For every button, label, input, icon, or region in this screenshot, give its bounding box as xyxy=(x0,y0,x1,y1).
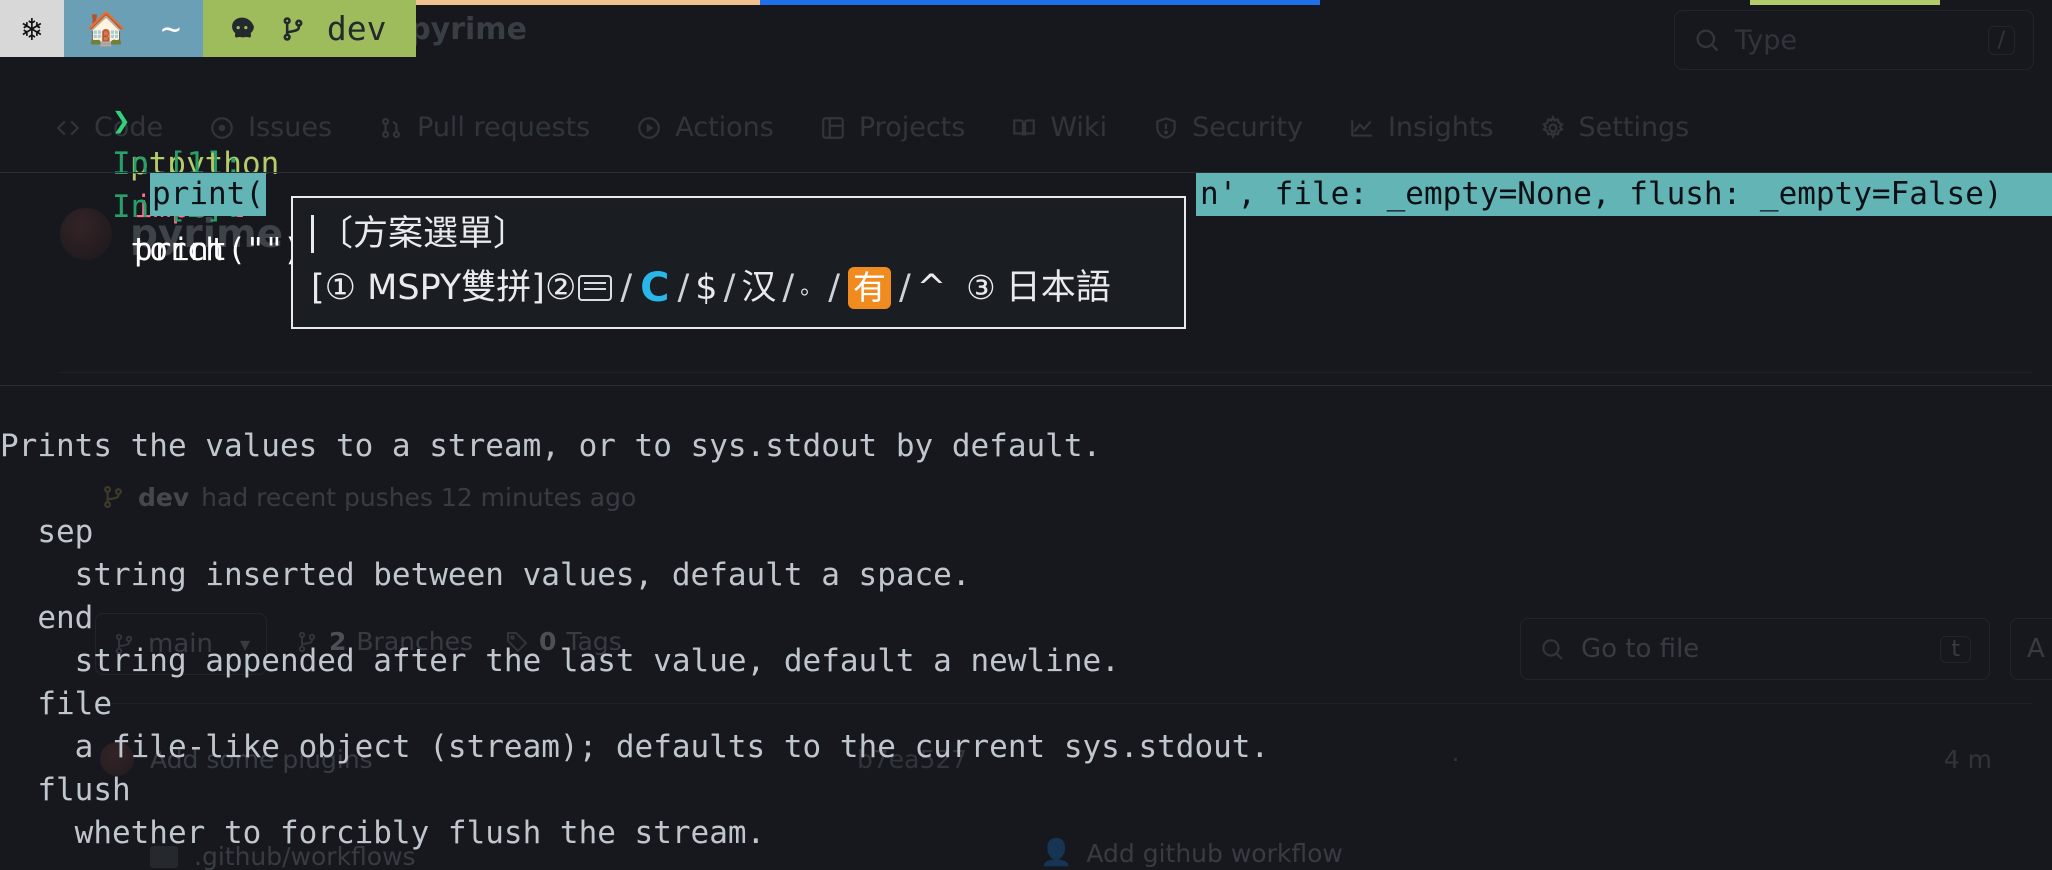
completion-signature-left: print( xyxy=(150,173,266,216)
screen: Type / Freed-Wu / pyrime Code Issues Pul… xyxy=(0,0,2052,870)
ime-option-index-3[interactable]: ③ xyxy=(966,260,996,316)
docstring-line-9: whether to forcibly flush the stream. xyxy=(0,815,766,851)
ime-preedit-text: 〔方案選單〕 xyxy=(318,214,529,254)
docstring-line-8: flush xyxy=(0,772,131,808)
ime-option-index-2[interactable]: ② xyxy=(545,260,576,316)
ime-separator-2: / xyxy=(677,268,690,308)
tmux-window-home[interactable]: 🏠 ~ xyxy=(63,0,203,57)
docstring-line-3: string inserted between values, default … xyxy=(0,557,971,593)
tmux-session-icon[interactable]: ❄ xyxy=(0,0,64,57)
docstring-line-6: file xyxy=(0,686,112,722)
tmux-accent-bar-3 xyxy=(1750,0,1940,5)
caret-icon[interactable]: ^ xyxy=(917,260,946,316)
home-icon: 🏠 xyxy=(85,9,127,48)
tmux-window-dev[interactable]: dev xyxy=(202,0,417,57)
docstring-line-2: sep xyxy=(0,514,94,550)
docstring-line-7: a file-like object (stream); defaults to… xyxy=(0,729,1270,765)
ime-separator-6: / xyxy=(899,268,911,308)
ime-schema-selected[interactable]: [① MSPY雙拼] xyxy=(311,260,545,316)
docstring-line-5: string appended after the last value, de… xyxy=(0,643,1120,679)
docstring-line-4: end xyxy=(0,600,94,636)
simplified-chinese-icon[interactable]: 汉 xyxy=(741,260,776,316)
tmux-accent-bar-2 xyxy=(760,0,1320,5)
repl-line-2-rest[interactable]: print("") xyxy=(134,232,302,268)
ime-candidate-panel[interactable]: 〔方案選單〕 [① MSPY雙拼] ② / C / $ / 汉 / 。 / 有 … xyxy=(291,196,1186,329)
ime-preedit-row: 〔方案選單〕 xyxy=(311,210,1166,258)
ime-separator-4: / xyxy=(782,268,795,308)
ime-options-row: [① MSPY雙拼] ② / C / $ / 汉 / 。 / 有 / ^ ③ 日… xyxy=(311,260,1166,316)
ime-separator-3: / xyxy=(723,268,736,308)
snowflake-icon: ❄ xyxy=(22,9,42,48)
keyboard-icon[interactable] xyxy=(578,275,613,301)
text-caret-icon xyxy=(311,215,314,253)
has-badge-icon[interactable]: 有 xyxy=(848,267,891,309)
ime-option-japanese[interactable]: 日本語 xyxy=(1006,260,1111,316)
tmux-status-bar: ❄ 🏠 ~ dev xyxy=(0,0,417,57)
rime-logo-icon[interactable]: C xyxy=(640,268,669,308)
repl-separator-top xyxy=(0,172,2052,173)
currency-icon[interactable]: $ xyxy=(695,260,717,316)
fullwidth-punct-icon[interactable]: 。 xyxy=(800,260,822,316)
repl-separator-mid xyxy=(0,385,2052,386)
ime-separator-5: / xyxy=(828,268,840,308)
terminal: ❄ 🏠 ~ dev ❯ ptpython In [1]: import torc… xyxy=(0,0,2052,870)
docstring-pane: Prints the values to a stream, or to sys… xyxy=(0,425,2052,870)
tilde-icon: ~ xyxy=(160,9,181,48)
docstring-line-0: Prints the values to a stream, or to sys… xyxy=(0,428,1102,464)
ime-separator-1: / xyxy=(620,268,633,308)
completion-signature-right: n', file: _empty=None, flush: _empty=Fal… xyxy=(1196,173,2052,216)
tmux-window-label: dev xyxy=(326,9,387,48)
repl-line-2: In [2]: print("") xyxy=(0,143,302,315)
branch-icon xyxy=(283,16,303,41)
github-icon xyxy=(231,17,254,37)
